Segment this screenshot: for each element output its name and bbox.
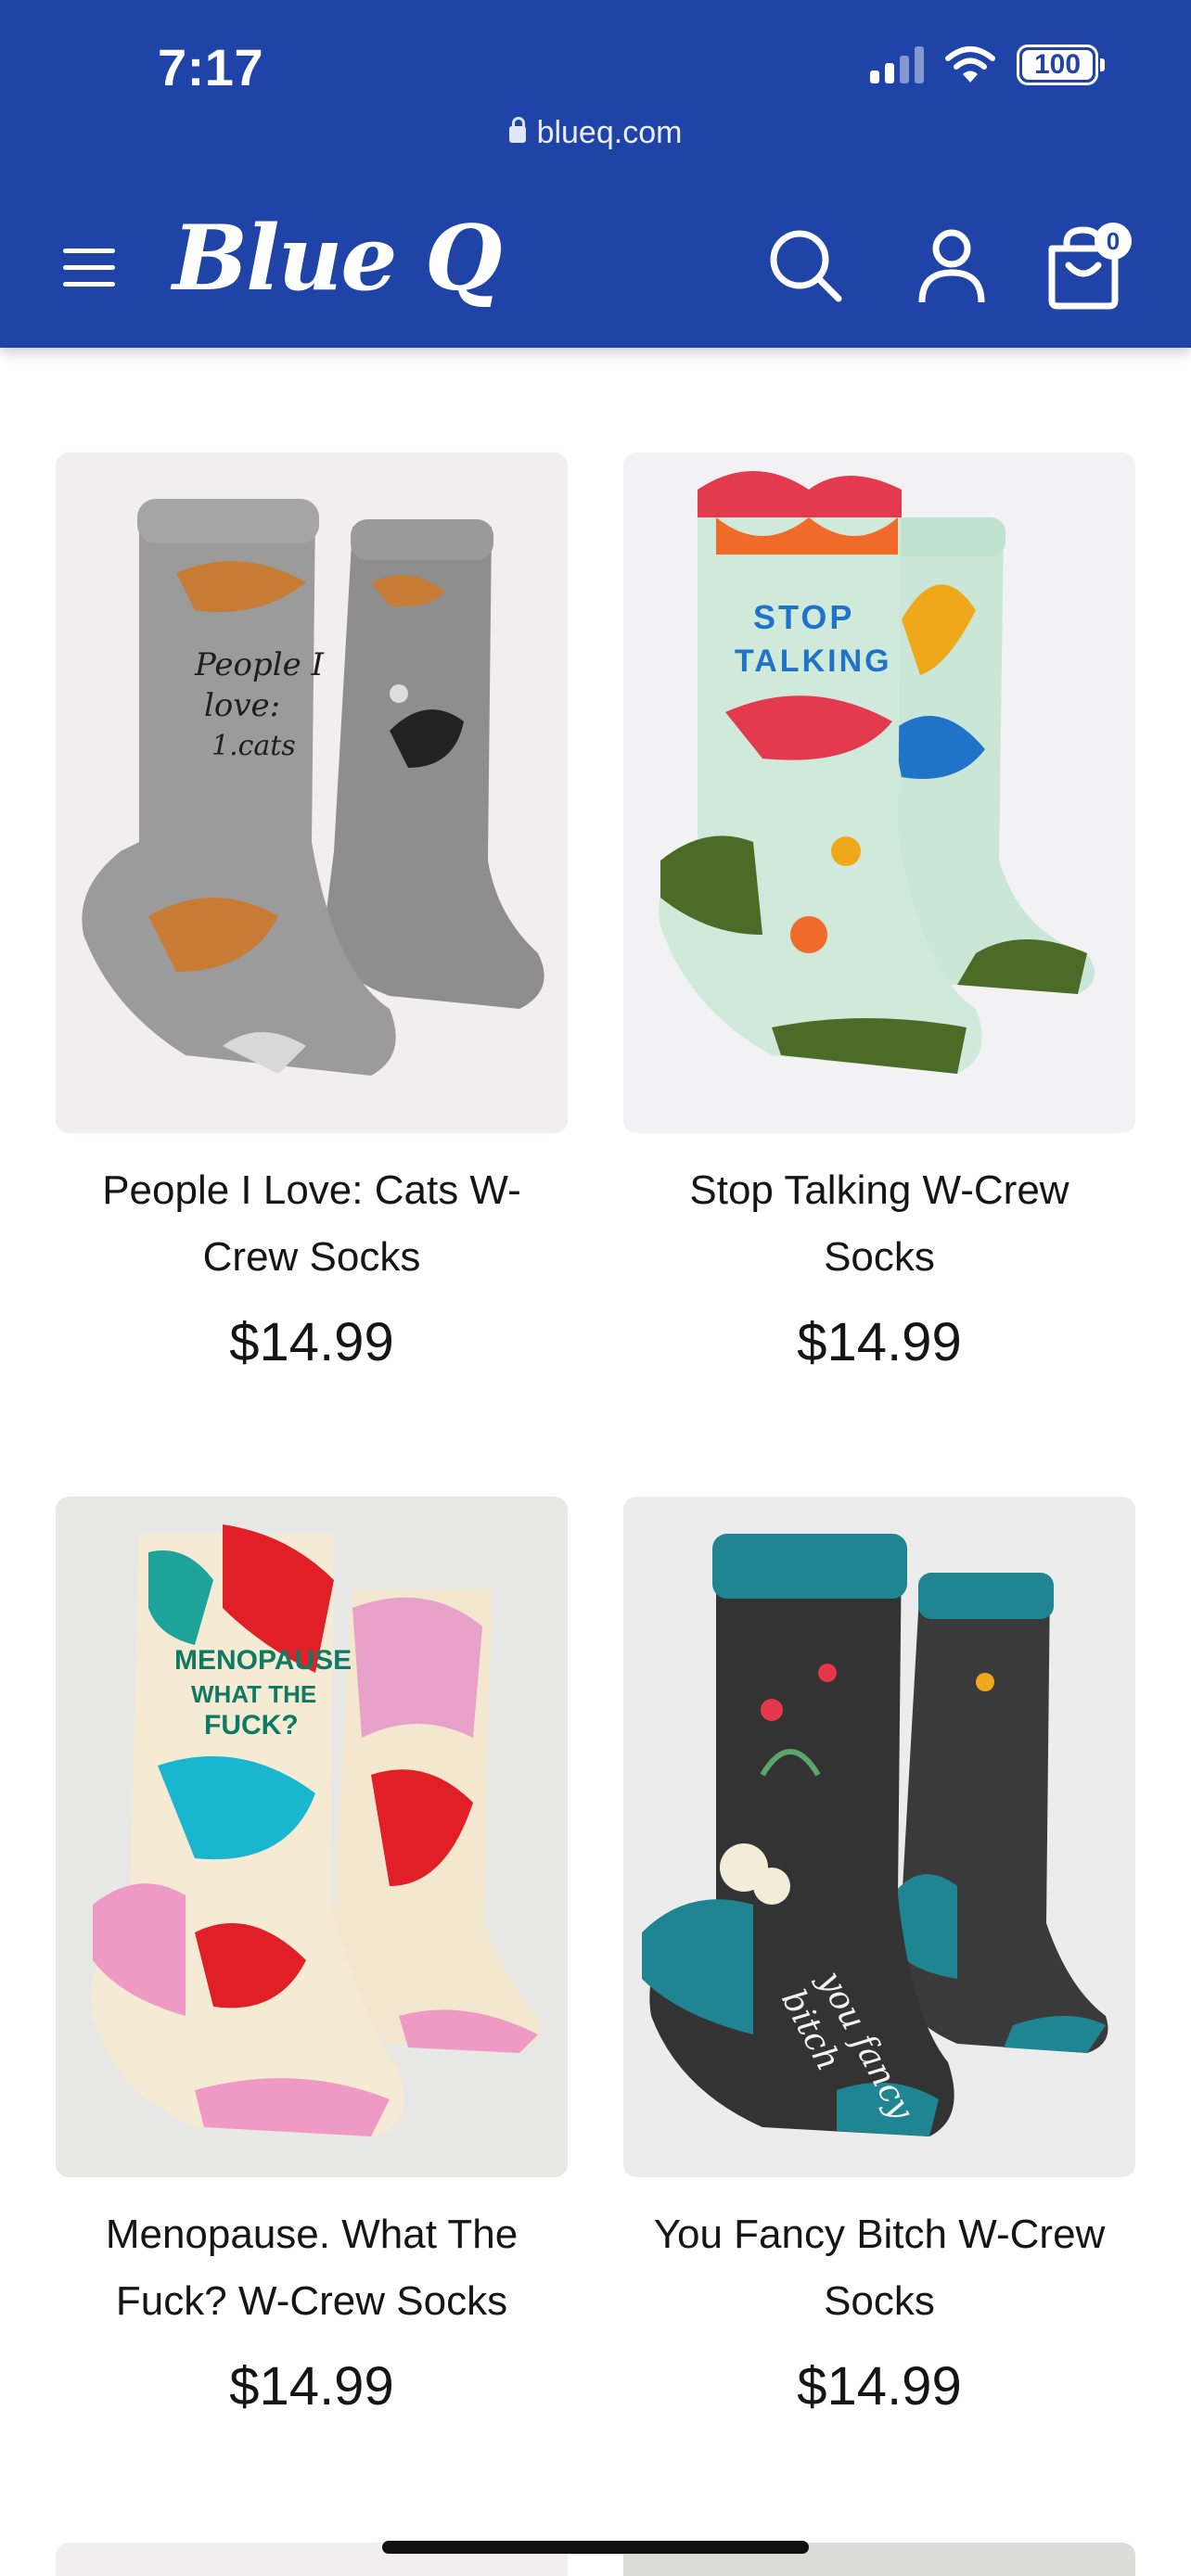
sock-print-text: STOP [753,598,854,636]
site-header: 7:17 100 blueq.com Blue Q 0 [0,0,1191,348]
product-card[interactable]: STOP TALKING Stop Talking W-Crew Socks $… [623,453,1135,1373]
url-text: blueq.com [536,115,683,150]
sock-print-text: People I [194,646,325,683]
lock-icon [508,117,526,143]
status-time: 7:17 [158,38,264,96]
home-indicator[interactable] [382,2541,809,2554]
status-icons: 100 [870,45,1105,85]
svg-text:1.cats: 1.cats [211,730,296,762]
product-card[interactable]: MENOPAUSE WHAT THE FUCK? Menopause. What… [56,1497,568,2417]
svg-text:FUCK?: FUCK? [204,1710,299,1741]
cellular-signal-icon [870,46,924,83]
product-image[interactable]: People I love: 1.cats [56,453,568,1133]
product-price: $14.99 [229,2356,394,2417]
search-icon[interactable] [766,226,844,304]
product-card[interactable]: you fancy bitch You Fancy Bitch W-Crew S… [623,1497,1135,2417]
svg-text:TALKING: TALKING [735,644,892,679]
product-price: $14.99 [797,2356,962,2417]
product-title[interactable]: People I Love: Cats W-Crew Socks [56,1157,568,1291]
battery-level: 100 [1033,49,1082,80]
product-price: $14.99 [229,1312,394,1372]
wifi-icon [945,46,995,83]
product-card[interactable]: People I love: 1.cats People I Love: Cat… [56,453,568,1373]
sock-print-text: MENOPAUSE [174,1645,352,1676]
svg-text:love:: love: [204,687,280,724]
account-icon[interactable] [913,226,991,304]
product-image[interactable]: MENOPAUSE WHAT THE FUCK? [56,1497,568,2177]
product-image[interactable]: STOP TALKING [623,453,1135,1133]
menu-icon[interactable] [63,247,115,287]
svg-text:WHAT THE: WHAT THE [191,1680,316,1708]
cart-icon[interactable]: 0 [1041,221,1133,310]
cart-count-badge: 0 [1107,227,1120,255]
product-title[interactable]: Menopause. What The Fuck? W-Crew Socks [56,2201,568,2335]
product-title[interactable]: You Fancy Bitch W-Crew Socks [623,2201,1135,2335]
product-price: $14.99 [797,1312,962,1372]
brand-logo[interactable]: Blue Q [173,206,503,311]
product-title[interactable]: Stop Talking W-Crew Socks [623,1157,1135,1291]
product-image[interactable]: you fancy bitch [623,1497,1135,2177]
address-bar[interactable]: blueq.com [0,115,1191,151]
battery-icon: 100 [1017,45,1105,85]
